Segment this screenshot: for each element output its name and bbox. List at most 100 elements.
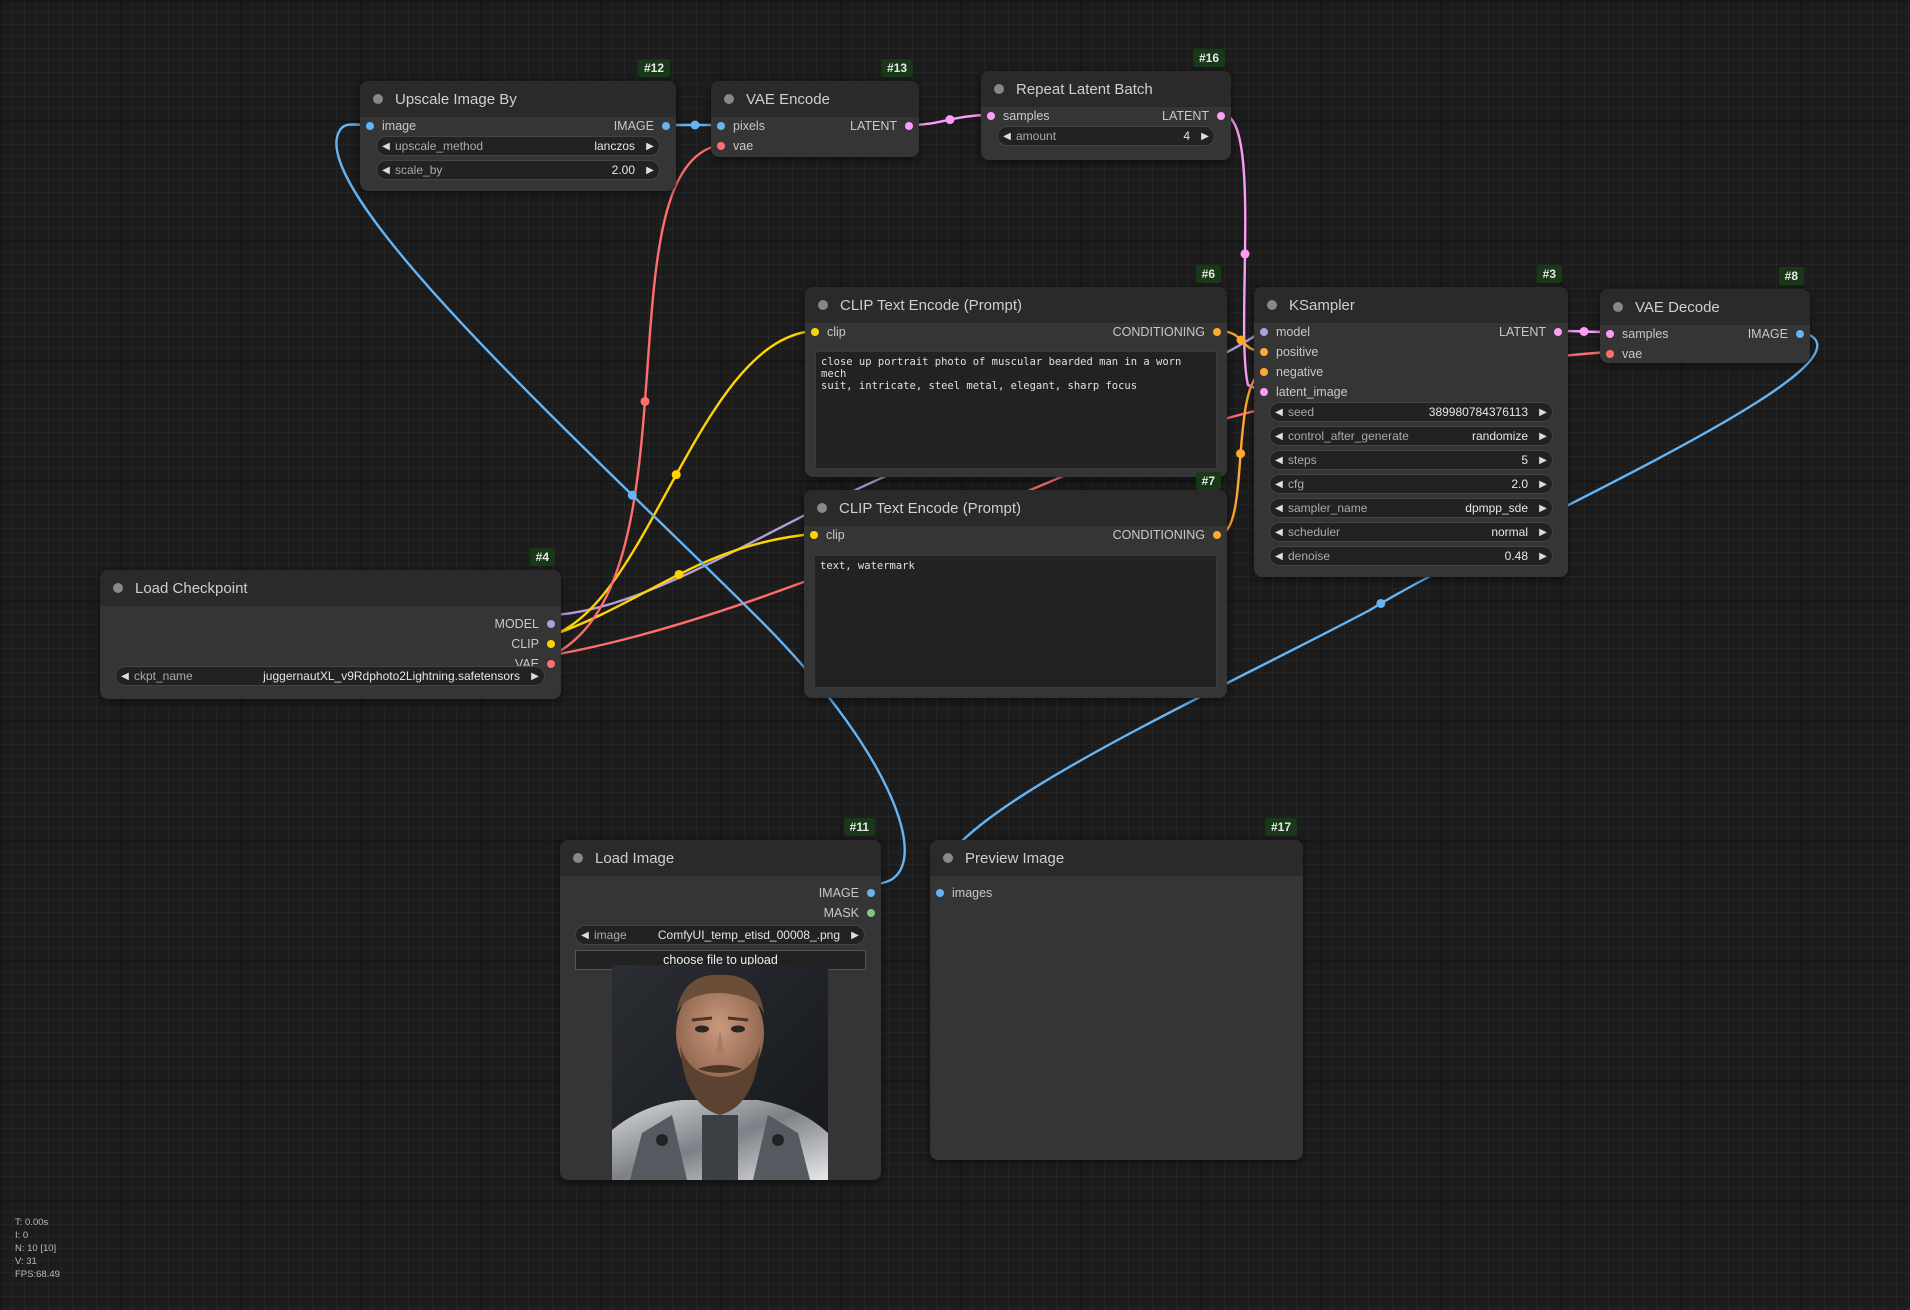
link-midpoint-handle[interactable]	[671, 470, 681, 480]
decrement-arrow-icon[interactable]: ◀	[1270, 455, 1288, 466]
link-midpoint-handle[interactable]	[690, 120, 700, 130]
decrement-arrow-icon[interactable]: ◀	[377, 165, 395, 176]
input-slot-clip[interactable]: clip	[810, 526, 845, 544]
collapse-dot-icon[interactable]	[1267, 300, 1277, 310]
link-midpoint-handle[interactable]	[1236, 449, 1246, 459]
slot-dot-icon[interactable]	[366, 122, 374, 130]
slot-dot-icon[interactable]	[1260, 348, 1268, 356]
collapse-dot-icon[interactable]	[1613, 302, 1623, 312]
input-slot-vae[interactable]: vae	[1606, 345, 1642, 363]
decrement-arrow-icon[interactable]: ◀	[998, 131, 1016, 142]
input-slot-negative[interactable]: negative	[1260, 363, 1323, 381]
node-repeat-latent-batch[interactable]: #16 Repeat Latent Batch samples LATENT ◀…	[981, 49, 1231, 160]
node-title[interactable]: Repeat Latent Batch	[981, 71, 1231, 107]
decrement-arrow-icon[interactable]: ◀	[1270, 551, 1288, 562]
output-slot-conditioning[interactable]: CONDITIONING	[1113, 526, 1221, 544]
output-slot-latent[interactable]: LATENT	[1162, 107, 1225, 125]
node-title[interactable]: VAE Decode	[1600, 289, 1810, 325]
link-midpoint-handle[interactable]	[1240, 249, 1250, 259]
input-slot-clip[interactable]: clip	[811, 323, 846, 341]
widget-sampler-name[interactable]: ◀ sampler_name dpmpp_sde ▶	[1269, 498, 1553, 518]
output-slot-mask[interactable]: MASK	[824, 904, 875, 922]
increment-arrow-icon[interactable]: ▶	[1534, 455, 1552, 466]
widget-control-after-generate[interactable]: ◀ control_after_generate randomize ▶	[1269, 426, 1553, 446]
increment-arrow-icon[interactable]: ▶	[1534, 527, 1552, 538]
collapse-dot-icon[interactable]	[994, 84, 1004, 94]
slot-dot-icon[interactable]	[1606, 350, 1614, 358]
node-title[interactable]: Load Checkpoint	[100, 570, 561, 606]
link-midpoint-handle[interactable]	[1236, 335, 1246, 345]
node-preview-image[interactable]: #17 Preview Image images	[930, 818, 1303, 1160]
link-midpoint-handle[interactable]	[627, 490, 637, 500]
node-load-checkpoint[interactable]: #4 Load Checkpoint MODEL CLIP VAE ◀ ckpt_…	[100, 548, 561, 699]
widget-upscale-method[interactable]: ◀ upscale_method lanczos ▶	[376, 136, 660, 156]
link-midpoint-handle[interactable]	[640, 396, 650, 406]
link-checkpoint-clip-pos[interactable]	[551, 329, 815, 637]
node-clip-text-encode-positive[interactable]: #6 CLIP Text Encode (Prompt) clip CONDIT…	[805, 265, 1227, 477]
slot-dot-icon[interactable]	[547, 660, 555, 668]
slot-dot-icon[interactable]	[1260, 388, 1268, 396]
node-load-image[interactable]: #11 Load Image IMAGE MASK ◀ image ComfyUI_…	[560, 818, 881, 1180]
slot-dot-icon[interactable]	[936, 889, 944, 897]
node-title[interactable]: Load Image	[560, 840, 881, 876]
widget-cfg[interactable]: ◀ cfg 2.0 ▶	[1269, 474, 1553, 494]
prompt-textarea[interactable]: close up portrait photo of muscular bear…	[815, 351, 1217, 469]
output-slot-latent[interactable]: LATENT	[850, 117, 913, 135]
slot-dot-icon[interactable]	[987, 112, 995, 120]
output-slot-clip[interactable]: CLIP	[511, 635, 555, 653]
slot-dot-icon[interactable]	[662, 122, 670, 130]
increment-arrow-icon[interactable]: ▶	[526, 671, 544, 682]
output-slot-image[interactable]: IMAGE	[614, 117, 670, 135]
link-midpoint-handle[interactable]	[674, 569, 684, 579]
slot-dot-icon[interactable]	[717, 142, 725, 150]
increment-arrow-icon[interactable]: ▶	[641, 165, 659, 176]
node-title[interactable]: CLIP Text Encode (Prompt)	[804, 490, 1227, 526]
widget-ckpt-name[interactable]: ◀ ckpt_name juggernautXL_v9Rdphoto2Lightni…	[115, 666, 545, 686]
decrement-arrow-icon[interactable]: ◀	[1270, 407, 1288, 418]
collapse-dot-icon[interactable]	[943, 853, 953, 863]
increment-arrow-icon[interactable]: ▶	[1534, 407, 1552, 418]
slot-dot-icon[interactable]	[1796, 330, 1804, 338]
widget-scale-by[interactable]: ◀ scale_by 2.00 ▶	[376, 160, 660, 180]
prompt-textarea[interactable]: text, watermark	[814, 555, 1217, 688]
slot-dot-icon[interactable]	[717, 122, 725, 130]
node-title[interactable]: CLIP Text Encode (Prompt)	[805, 287, 1227, 323]
input-slot-latent-image[interactable]: latent_image	[1260, 383, 1348, 401]
collapse-dot-icon[interactable]	[573, 853, 583, 863]
collapse-dot-icon[interactable]	[817, 503, 827, 513]
decrement-arrow-icon[interactable]: ◀	[1270, 503, 1288, 514]
node-title[interactable]: Upscale Image By	[360, 81, 676, 117]
increment-arrow-icon[interactable]: ▶	[1534, 479, 1552, 490]
output-slot-model[interactable]: MODEL	[495, 615, 555, 633]
collapse-dot-icon[interactable]	[724, 94, 734, 104]
increment-arrow-icon[interactable]: ▶	[846, 930, 864, 941]
increment-arrow-icon[interactable]: ▶	[1534, 431, 1552, 442]
input-slot-pixels[interactable]: pixels	[717, 117, 765, 135]
slot-dot-icon[interactable]	[1260, 368, 1268, 376]
node-vae-decode[interactable]: #8 VAE Decode samples vae IMAGE	[1600, 267, 1810, 363]
slot-dot-icon[interactable]	[811, 328, 819, 336]
increment-arrow-icon[interactable]: ▶	[641, 141, 659, 152]
slot-dot-icon[interactable]	[867, 889, 875, 897]
widget-image-select[interactable]: ◀ image ComfyUI_temp_etisd_00008_.png ▶	[575, 925, 865, 945]
increment-arrow-icon[interactable]: ▶	[1196, 131, 1214, 142]
output-slot-image[interactable]: IMAGE	[819, 884, 875, 902]
input-slot-samples[interactable]: samples	[987, 107, 1050, 125]
node-title[interactable]: VAE Encode	[711, 81, 919, 117]
node-ksampler[interactable]: #3 KSampler model positive negative late…	[1254, 265, 1568, 577]
decrement-arrow-icon[interactable]: ◀	[1270, 431, 1288, 442]
output-slot-latent[interactable]: LATENT	[1499, 323, 1562, 341]
link-checkpoint-vae-encode[interactable]	[551, 143, 721, 657]
widget-amount[interactable]: ◀ amount 4 ▶	[997, 126, 1215, 146]
input-slot-images[interactable]: images	[936, 884, 992, 902]
link-midpoint-handle[interactable]	[1376, 598, 1386, 608]
input-slot-positive[interactable]: positive	[1260, 343, 1318, 361]
slot-dot-icon[interactable]	[905, 122, 913, 130]
link-midpoint-handle[interactable]	[1579, 327, 1589, 336]
decrement-arrow-icon[interactable]: ◀	[1270, 479, 1288, 490]
slot-dot-icon[interactable]	[1554, 328, 1562, 336]
decrement-arrow-icon[interactable]: ◀	[377, 141, 395, 152]
input-slot-model[interactable]: model	[1260, 323, 1310, 341]
increment-arrow-icon[interactable]: ▶	[1534, 551, 1552, 562]
increment-arrow-icon[interactable]: ▶	[1534, 503, 1552, 514]
